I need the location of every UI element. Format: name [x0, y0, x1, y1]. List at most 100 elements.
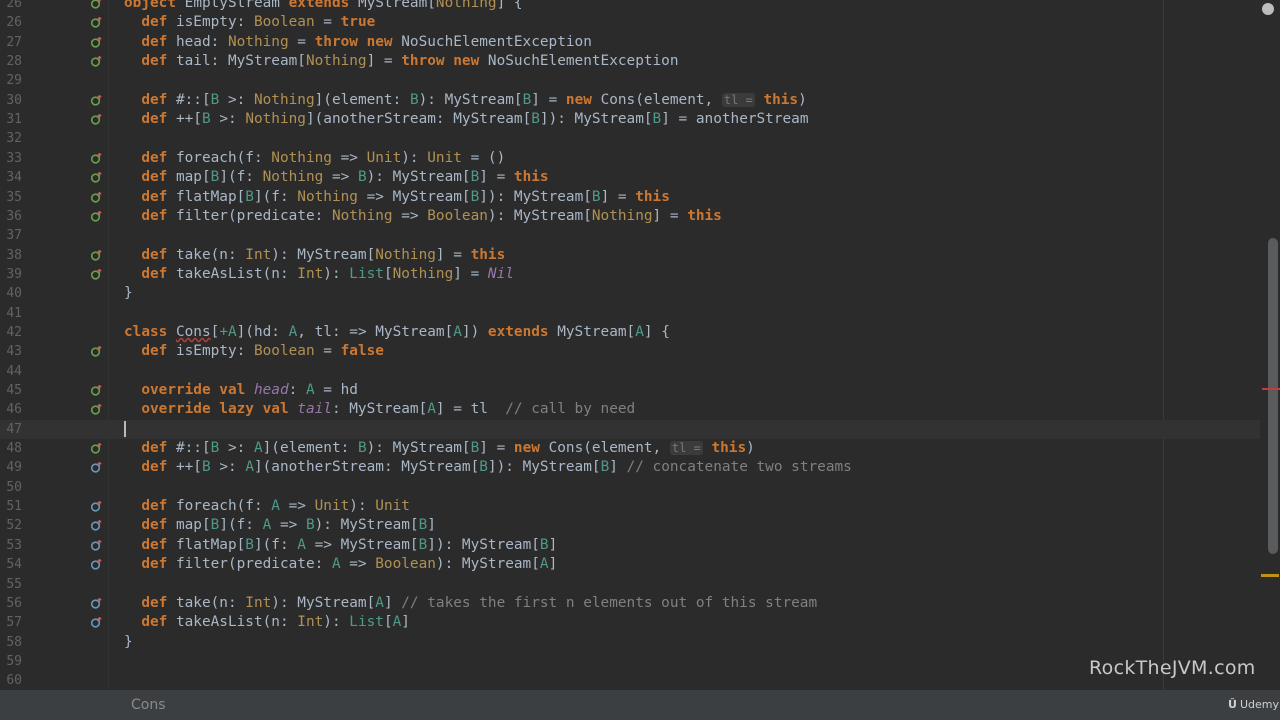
- overrides-method-icon[interactable]: [91, 268, 102, 280]
- overrides-method-icon[interactable]: [91, 56, 102, 67]
- code-line[interactable]: 46 override lazy val tail: MyStream[A] =…: [0, 400, 1260, 419]
- code-text[interactable]: override val head: A = hd: [124, 381, 358, 400]
- overrides-method-icon[interactable]: [91, 172, 102, 183]
- warning-stripe-marker[interactable]: [1261, 574, 1279, 577]
- code-text[interactable]: def filter(predicate: Nothing => Boolean…: [124, 207, 722, 226]
- code-line[interactable]: 55: [0, 575, 1260, 594]
- code-line[interactable]: 27 def head: Nothing = throw new NoSuchE…: [0, 33, 1260, 52]
- code-line[interactable]: 51 def foreach(f: A => Unit): Unit: [0, 497, 1260, 516]
- overrides-method-icon[interactable]: [91, 0, 102, 9]
- code-text[interactable]: def ++[B >: A](anotherStream: MyStream[B…: [124, 458, 852, 477]
- line-number[interactable]: 54: [0, 555, 22, 574]
- overrides-method-icon[interactable]: [91, 249, 102, 261]
- code-line[interactable]: 52 def map[B](f: A => B): MyStream[B]: [0, 516, 1260, 535]
- vertical-scrollbar-thumb[interactable]: [1268, 238, 1278, 554]
- code-text[interactable]: def foreach(f: A => Unit): Unit: [124, 497, 410, 516]
- line-number[interactable]: 52: [0, 516, 22, 535]
- line-number[interactable]: 47: [0, 420, 22, 439]
- code-line[interactable]: 41: [0, 304, 1260, 323]
- line-number[interactable]: 51: [0, 497, 22, 516]
- line-number[interactable]: 55: [0, 575, 22, 594]
- implements-method-icon[interactable]: [91, 539, 102, 551]
- code-line[interactable]: 43 def isEmpty: Boolean = false: [0, 342, 1260, 361]
- code-text[interactable]: def isEmpty: Boolean = false: [124, 342, 384, 361]
- code-line[interactable]: 40}: [0, 284, 1260, 303]
- code-text[interactable]: def #::[B >: A](element: B): MyStream[B]…: [124, 439, 754, 458]
- code-line[interactable]: 28 def tail: MyStream[Nothing] = throw n…: [0, 52, 1260, 71]
- line-number[interactable]: 58: [0, 633, 22, 652]
- line-number[interactable]: 50: [0, 478, 22, 497]
- line-number[interactable]: 36: [0, 207, 22, 226]
- code-line[interactable]: 33 def foreach(f: Nothing => Unit): Unit…: [0, 149, 1260, 168]
- overrides-method-icon[interactable]: [91, 191, 102, 203]
- code-text[interactable]: def #::[B >: Nothing](element: B): MyStr…: [124, 91, 806, 110]
- line-number[interactable]: 45: [0, 381, 22, 400]
- line-number[interactable]: 40: [0, 284, 22, 303]
- line-number[interactable]: 39: [0, 265, 22, 284]
- code-text[interactable]: object EmptyStream extends MyStream[Noth…: [124, 0, 523, 13]
- line-number[interactable]: 26: [0, 13, 22, 32]
- code-line[interactable]: 49 def ++[B >: A](anotherStream: MyStrea…: [0, 458, 1260, 477]
- code-line[interactable]: 42 class Cons[+A](hd: A, tl: => MyStream[…: [0, 323, 1260, 342]
- line-number[interactable]: 38: [0, 246, 22, 265]
- code-text[interactable]: [124, 420, 126, 439]
- breadcrumb-item-cons[interactable]: Cons: [131, 697, 166, 713]
- code-text[interactable]: def isEmpty: Boolean = true: [124, 13, 375, 32]
- code-line[interactable]: 37: [0, 226, 1260, 245]
- code-line[interactable]: 60: [0, 671, 1260, 690]
- line-number[interactable]: 29: [0, 71, 22, 90]
- code-text[interactable]: class Cons[+A](hd: A, tl: => MyStream[A]…: [124, 323, 670, 342]
- line-number[interactable]: 35: [0, 188, 22, 207]
- line-number[interactable]: 28: [0, 52, 22, 71]
- code-line[interactable]: 45 override val head: A = hd: [0, 381, 1260, 400]
- overrides-method-icon[interactable]: [91, 36, 102, 48]
- overrides-method-icon[interactable]: [91, 346, 102, 357]
- code-text[interactable]: def tail: MyStream[Nothing] = throw new …: [124, 52, 678, 71]
- code-line[interactable]: 36 def filter(predicate: Nothing => Bool…: [0, 207, 1260, 226]
- inspection-status-icon[interactable]: [1262, 3, 1274, 15]
- code-text[interactable]: def takeAsList(n: Int): List[A]: [124, 613, 410, 632]
- line-number[interactable]: 44: [0, 362, 22, 381]
- line-number[interactable]: 48: [0, 439, 22, 458]
- line-number[interactable]: 27: [0, 33, 22, 52]
- code-line[interactable]: 39 def takeAsList(n: Int): List[Nothing]…: [0, 265, 1260, 284]
- line-number[interactable]: 37: [0, 226, 22, 245]
- implements-method-icon[interactable]: [91, 617, 102, 628]
- line-number[interactable]: 31: [0, 110, 22, 129]
- code-line[interactable]: 50: [0, 478, 1260, 497]
- code-text[interactable]: def foreach(f: Nothing => Unit): Unit = …: [124, 149, 505, 168]
- code-line[interactable]: 34 def map[B](f: Nothing => B): MyStream…: [0, 168, 1260, 187]
- overrides-method-icon[interactable]: [91, 152, 102, 164]
- overrides-method-icon[interactable]: [91, 210, 102, 222]
- line-number[interactable]: 60: [0, 671, 22, 690]
- overrides-method-icon[interactable]: [91, 94, 102, 106]
- line-number[interactable]: 34: [0, 168, 22, 187]
- implements-method-icon[interactable]: [91, 559, 102, 570]
- line-number[interactable]: 57: [0, 613, 22, 632]
- code-text[interactable]: def map[B](f: A => B): MyStream[B]: [124, 516, 436, 535]
- overrides-method-icon[interactable]: [91, 404, 102, 415]
- code-text[interactable]: def flatMap[B](f: Nothing => MyStream[B]…: [124, 188, 670, 207]
- code-line[interactable]: 47: [0, 419, 1260, 440]
- implements-method-icon[interactable]: [91, 520, 102, 532]
- code-line[interactable]: 32: [0, 129, 1260, 148]
- code-line[interactable]: 58}: [0, 633, 1260, 652]
- line-number[interactable]: 59: [0, 652, 22, 671]
- code-line[interactable]: 59: [0, 652, 1260, 671]
- code-line[interactable]: 44: [0, 362, 1260, 381]
- code-line[interactable]: 53 def flatMap[B](f: A => MyStream[B]): …: [0, 536, 1260, 555]
- overrides-method-icon[interactable]: [91, 443, 102, 454]
- line-number[interactable]: 26: [0, 0, 22, 13]
- code-line[interactable]: 57 def takeAsList(n: Int): List[A]: [0, 613, 1260, 632]
- code-line[interactable]: 26 object EmptyStream extends MyStream[No…: [0, 0, 1260, 13]
- code-line[interactable]: 31 def ++[B >: Nothing](anotherStream: M…: [0, 110, 1260, 129]
- code-line[interactable]: 56 def take(n: Int): MyStream[A] // take…: [0, 594, 1260, 613]
- line-number[interactable]: 53: [0, 536, 22, 555]
- code-line[interactable]: 48 def #::[B >: A](element: B): MyStream…: [0, 439, 1260, 458]
- implements-method-icon[interactable]: [91, 597, 102, 609]
- line-number[interactable]: 43: [0, 342, 22, 361]
- line-number[interactable]: 41: [0, 304, 22, 323]
- line-number[interactable]: 49: [0, 458, 22, 477]
- overrides-method-icon[interactable]: [91, 385, 102, 396]
- overrides-method-icon[interactable]: [91, 17, 102, 28]
